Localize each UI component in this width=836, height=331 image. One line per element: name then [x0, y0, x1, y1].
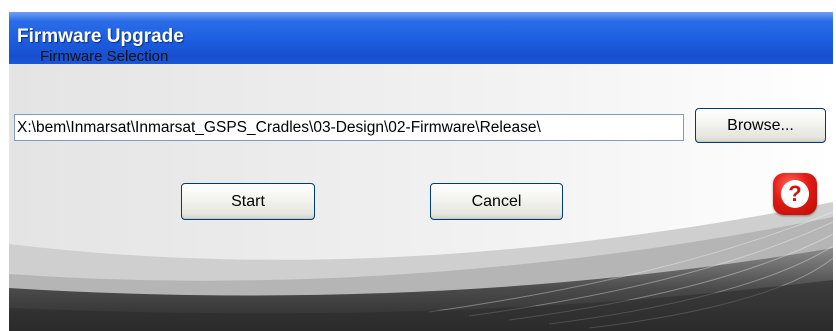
firmware-selection-label: Firmware Selection — [40, 48, 169, 65]
help-button[interactable]: ? — [773, 173, 817, 215]
start-button[interactable]: Start — [181, 183, 315, 220]
help-icon: ? — [781, 180, 809, 208]
firmware-upgrade-window: Firmware Upgrade Firmware Selection X:\b… — [9, 12, 833, 331]
browse-button[interactable]: Browse... — [695, 108, 826, 143]
cancel-button[interactable]: Cancel — [430, 183, 563, 220]
firmware-path-field[interactable]: X:\bem\Inmarsat\Inmarsat_GSPS_Cradles\03… — [14, 114, 684, 141]
